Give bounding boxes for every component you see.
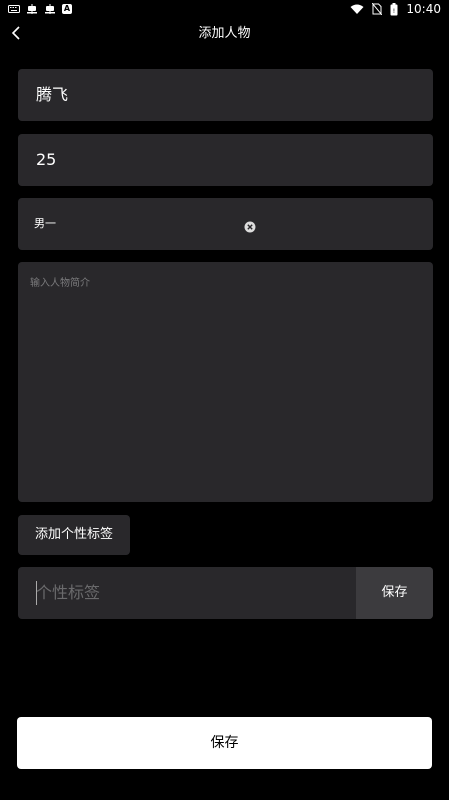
name-field[interactable]: 腾飞 <box>18 69 433 121</box>
bug-icon <box>44 3 56 15</box>
battery-icon: ! <box>390 2 398 16</box>
bug-icon <box>26 3 38 15</box>
add-tag-button[interactable]: 添加个性标签 <box>18 515 130 555</box>
role-value: 男一 <box>34 217 56 230</box>
name-value: 腾飞 <box>36 85 69 104</box>
status-right: ! 10:40 <box>350 2 449 16</box>
age-field[interactable]: 25 <box>18 134 433 186</box>
page-title: 添加人物 <box>198 26 251 41</box>
text-caret <box>36 581 37 605</box>
wifi-icon <box>350 4 364 15</box>
no-sim-icon <box>372 3 383 15</box>
save-button[interactable]: 保存 <box>17 717 432 769</box>
status-bar: A ! 10:40 <box>0 0 449 18</box>
age-value: 25 <box>36 150 57 169</box>
tag-input-row: 个性标签 保存 <box>18 567 433 619</box>
intro-placeholder: 输入人物简介 <box>30 278 90 289</box>
app-header: 添加人物 <box>0 18 449 50</box>
status-left: A <box>0 3 72 15</box>
a-badge-icon: A <box>62 4 72 14</box>
tag-save-button[interactable]: 保存 <box>356 567 433 619</box>
status-time: 10:40 <box>406 2 441 16</box>
tag-input-placeholder: 个性标签 <box>36 583 101 602</box>
clear-icon[interactable] <box>244 218 256 233</box>
role-field[interactable]: 男一 <box>18 198 433 250</box>
intro-textarea[interactable]: 输入人物简介 <box>18 262 433 502</box>
keyboard-icon <box>8 4 20 14</box>
svg-text:!: ! <box>393 8 395 15</box>
tag-input[interactable]: 个性标签 <box>18 567 356 619</box>
